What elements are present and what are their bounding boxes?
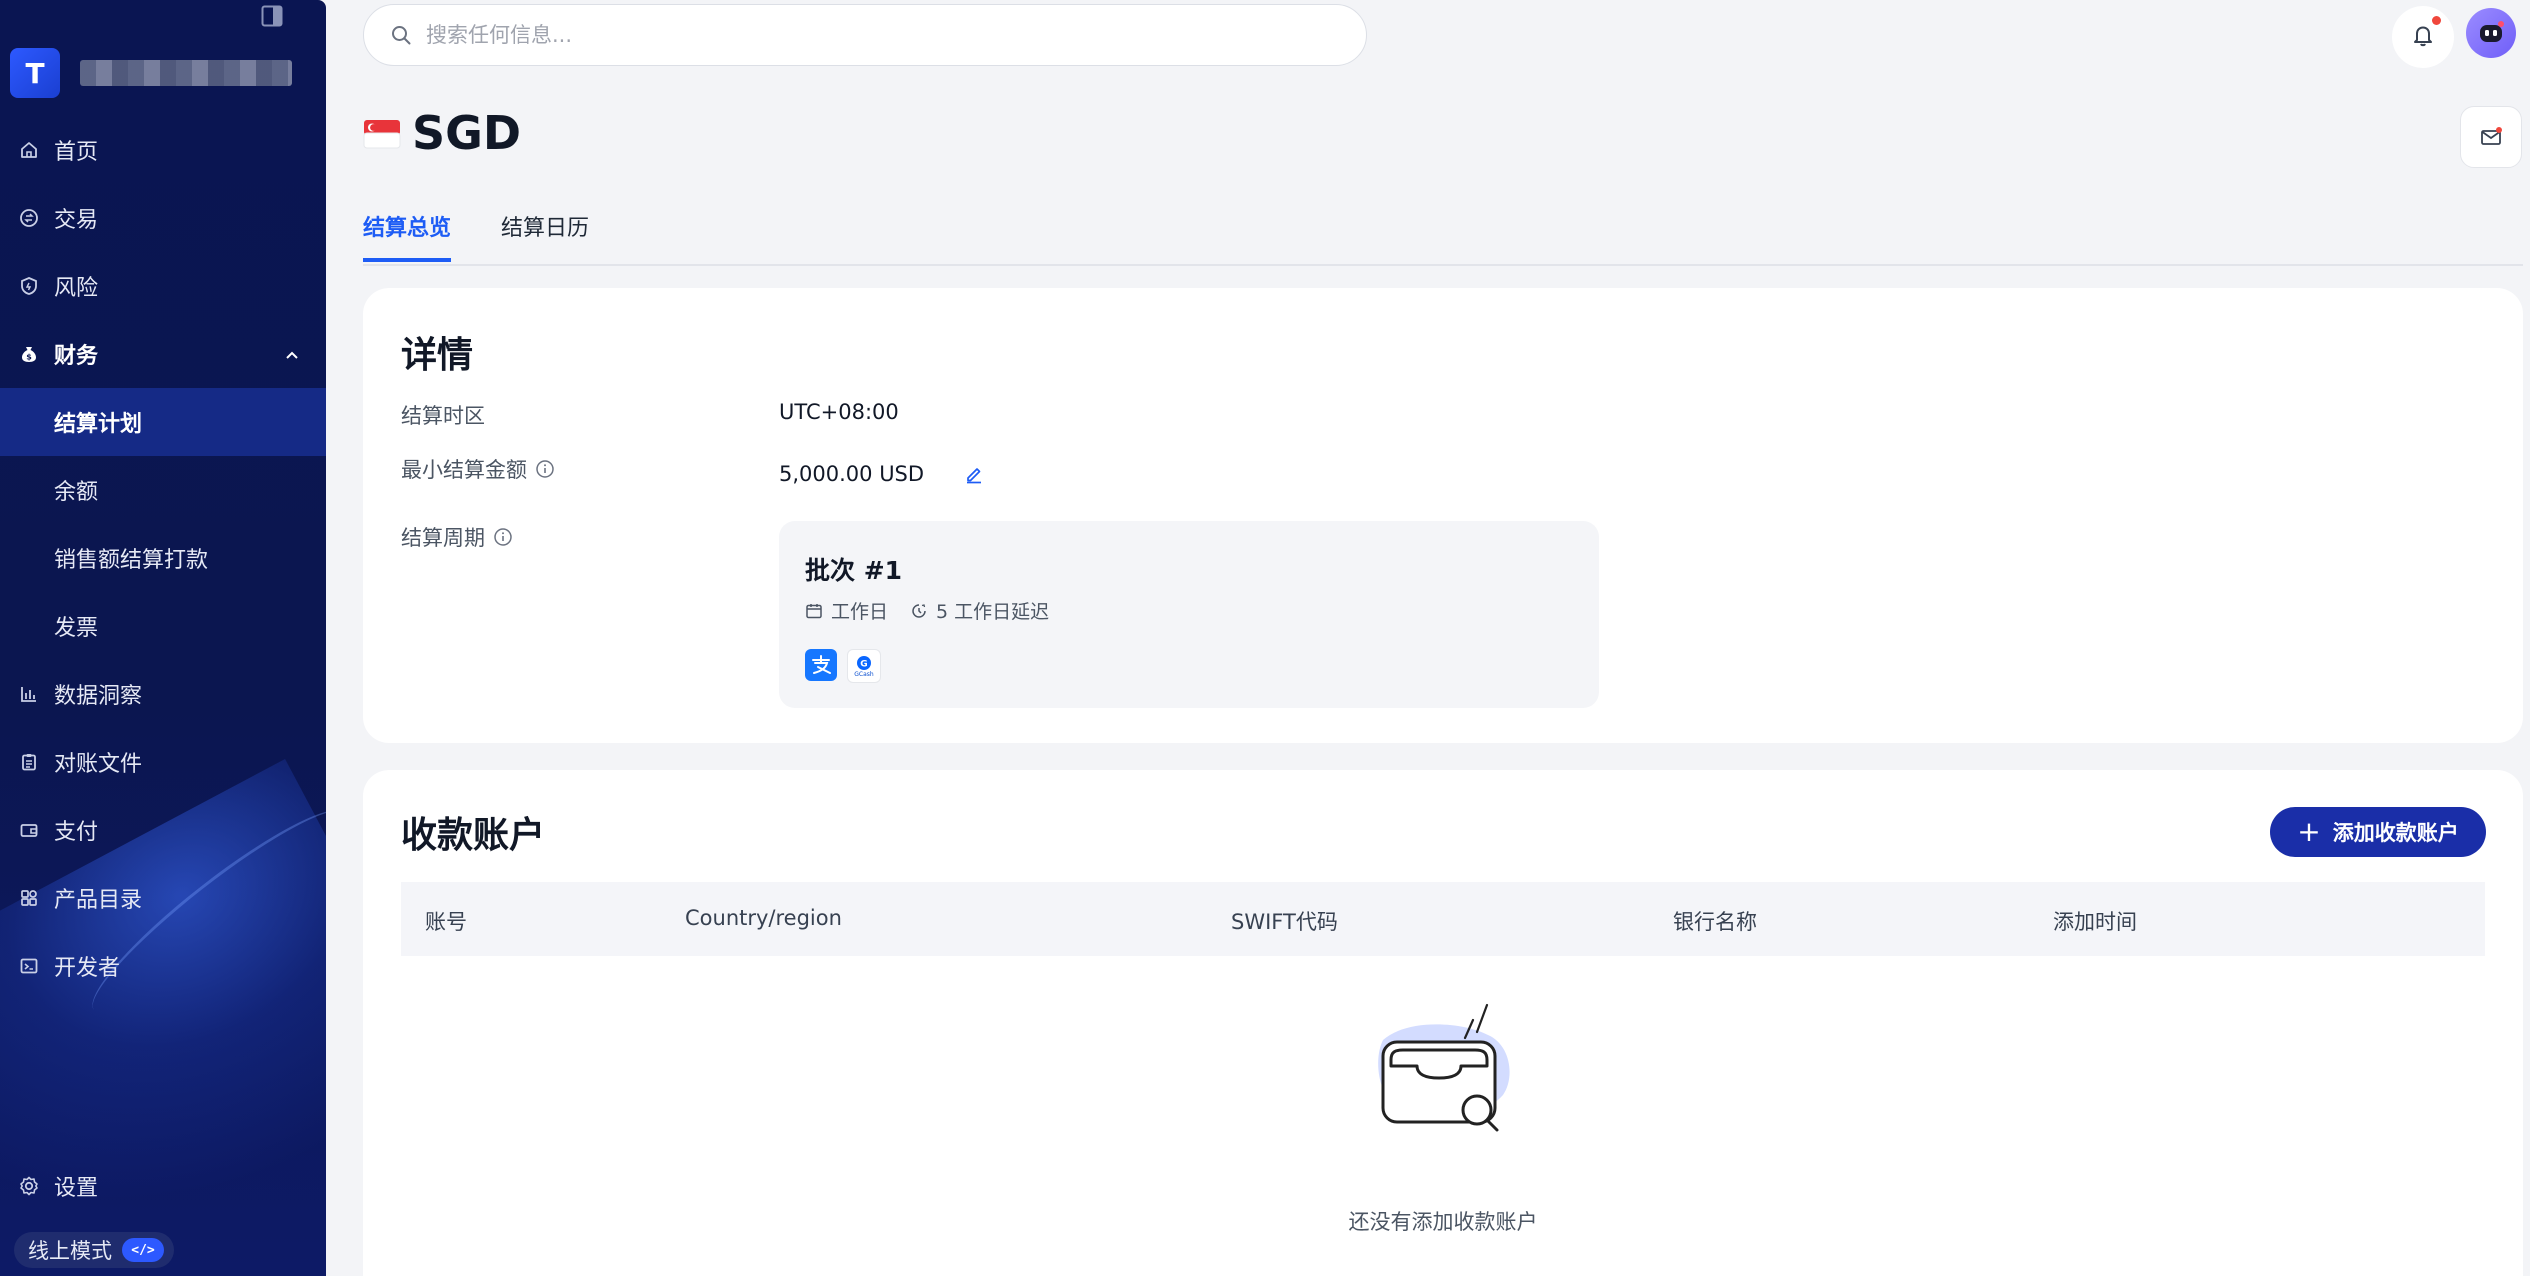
details-title: 详情 (401, 335, 474, 376)
search-input[interactable] (424, 22, 1308, 48)
batch-day-type: 工作日 (831, 601, 889, 623)
sidebar-nav: 首页 交易 风险 $ 财务 结算计划 余额 销售额结算打款 发票 数据洞察 对账… (0, 116, 326, 1000)
sidebar-item-reconciliation[interactable]: 对账文件 (0, 728, 326, 796)
robot-avatar-icon (2480, 21, 2504, 42)
empty-state-text: 还没有添加收款账户 (1348, 1210, 1538, 1234)
chevron-up-icon (284, 344, 300, 369)
min-amount-label: 最小结算金额 (401, 458, 527, 482)
search-icon (390, 24, 412, 46)
sidebar-subitem-invoice[interactable]: 发票 (0, 592, 326, 660)
notification-dot (2432, 16, 2441, 25)
sidebar-subitem-sales-payout[interactable]: 销售额结算打款 (0, 524, 326, 592)
min-amount-row-value: 5,000.00 USD (779, 462, 984, 486)
clipboard-icon (18, 751, 40, 773)
clock-icon (910, 602, 928, 620)
shield-icon (18, 275, 40, 297)
singapore-flag-icon (363, 116, 401, 154)
user-avatar[interactable] (2466, 8, 2516, 58)
details-card: 详情 结算时区 UTC+08:00 最小结算金额 5,000.00 USD 结算… (363, 288, 2523, 743)
bar-chart-icon (18, 683, 40, 705)
sidebar-settings: 设置 (0, 1152, 326, 1220)
home-icon (18, 139, 40, 161)
sidebar-item-label: 支付 (54, 820, 99, 845)
bell-icon (2409, 21, 2437, 53)
column-header-country[interactable]: Country/region (685, 906, 842, 930)
accounts-table-header: 账号 Country/region SWIFT代码 银行名称 添加时间 (401, 882, 2485, 956)
sidebar-subitem-settlement-plan[interactable]: 结算计划 (0, 388, 326, 456)
period-row-label: 结算周期 (401, 522, 513, 552)
gcash-label: GCash (854, 670, 874, 678)
sidebar-collapse-icon[interactable] (260, 4, 284, 28)
sidebar-item-label: 开发者 (54, 956, 121, 981)
alipay-icon (805, 649, 837, 681)
sidebar-item-insights[interactable]: 数据洞察 (0, 660, 326, 728)
empty-inbox-illustration (1363, 1000, 1523, 1154)
plus-icon: + (2297, 815, 2321, 848)
message-button[interactable] (2460, 106, 2522, 168)
min-amount-value: 5,000.00 USD (779, 462, 925, 486)
brand[interactable]: T (10, 48, 292, 98)
edit-icon[interactable] (964, 464, 984, 484)
terminal-icon (18, 955, 40, 977)
sidebar-item-label: 产品目录 (54, 888, 143, 913)
sidebar-item-label: 数据洞察 (54, 684, 143, 709)
batch-title: 批次 #1 (805, 556, 903, 585)
sidebar-item-label: 首页 (54, 140, 99, 165)
payee-accounts-card: 收款账户 + 添加收款账户 账号 Country/region SWIFT代码 … (363, 770, 2523, 1276)
sidebar-item-payment[interactable]: 支付 (0, 796, 326, 864)
page-title: SGD (412, 106, 522, 160)
global-search[interactable] (363, 4, 1367, 66)
column-header-swift[interactable]: SWIFT代码 (1231, 906, 1338, 936)
calendar-icon (805, 602, 823, 620)
sidebar-item-label: 交易 (54, 208, 99, 233)
timezone-value: UTC+08:00 (779, 400, 899, 424)
column-header-added-time[interactable]: 添加时间 (2053, 906, 2137, 936)
batch-delay: 5 工作日延迟 (936, 601, 1050, 623)
grid-icon (18, 887, 40, 909)
svg-text:$: $ (26, 353, 32, 362)
transaction-icon (18, 207, 40, 229)
sidebar-item-home[interactable]: 首页 (0, 116, 326, 184)
gcash-icon: G GCash (847, 649, 881, 683)
tab-bar: 结算总览 结算日历 (363, 206, 2523, 266)
sidebar-item-label: 风险 (54, 276, 99, 301)
code-icon: </> (122, 1238, 164, 1262)
info-icon[interactable] (493, 527, 513, 547)
sidebar-item-finance[interactable]: $ 财务 (0, 320, 326, 388)
batch-card: 批次 #1 工作日 5 工作日延迟 G GCash (779, 521, 1599, 708)
mail-icon (2481, 127, 2502, 145)
batch-meta: 工作日 5 工作日延迟 (805, 597, 1049, 624)
svg-text:G: G (860, 659, 867, 669)
sidebar-item-label: 对账文件 (54, 752, 143, 777)
sidebar-item-label: 设置 (54, 1176, 99, 1201)
tab-settlement-overview[interactable]: 结算总览 (363, 210, 452, 262)
column-header-account[interactable]: 账号 (425, 906, 467, 936)
brand-name-redacted (80, 60, 292, 86)
sidebar-subitem-balance[interactable]: 余额 (0, 456, 326, 524)
sidebar-item-settings[interactable]: 设置 (0, 1152, 326, 1220)
sidebar: T 首页 交易 风险 $ 财务 结算计划 余额 销售额结算打款 发票 数据洞察 … (0, 0, 326, 1276)
tab-settlement-calendar[interactable]: 结算日历 (501, 210, 589, 258)
column-header-bank-name[interactable]: 银行名称 (1673, 906, 1757, 936)
add-account-label: 添加收款账户 (2332, 821, 2459, 845)
sidebar-item-developer[interactable]: 开发者 (0, 932, 326, 1000)
sidebar-item-catalog[interactable]: 产品目录 (0, 864, 326, 932)
min-amount-row-label: 最小结算金额 (401, 454, 555, 484)
timezone-label: 结算时区 (401, 404, 485, 428)
period-label: 结算周期 (401, 526, 485, 550)
mode-label: 线上模式 (28, 1239, 112, 1263)
sidebar-item-label: 财务 (54, 344, 99, 369)
notifications-button[interactable] (2392, 6, 2454, 68)
money-bag-icon: $ (18, 343, 40, 365)
sidebar-item-transactions[interactable]: 交易 (0, 184, 326, 252)
add-account-button[interactable]: + 添加收款账户 (2270, 807, 2486, 857)
accounts-title: 收款账户 (401, 815, 546, 856)
wallet-icon (18, 819, 40, 841)
gear-icon (18, 1175, 40, 1197)
brand-logo: T (10, 48, 60, 98)
info-icon[interactable] (535, 459, 555, 479)
sidebar-item-risk[interactable]: 风险 (0, 252, 326, 320)
live-mode-toggle[interactable]: 线上模式 </> (14, 1232, 174, 1268)
